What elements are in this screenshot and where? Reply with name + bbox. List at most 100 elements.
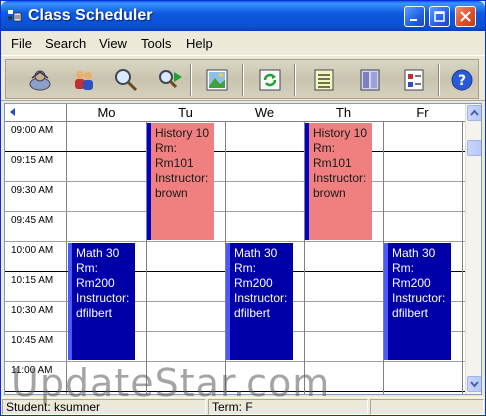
time-label: 09:00 AM (11, 125, 54, 136)
event-text: Math 30 (234, 246, 278, 260)
day-header-tu: Tu (178, 105, 193, 120)
toolbar-separator (242, 64, 244, 96)
scroll-up-button[interactable] (467, 105, 481, 121)
picture-icon (206, 69, 228, 91)
event-text: History 10 (155, 126, 210, 140)
students-icon (29, 70, 51, 91)
event-text: Rm: (76, 261, 98, 275)
time-label: 09:15 AM (11, 155, 54, 166)
vertical-scrollbar[interactable] (465, 104, 481, 394)
watermark: UpdateStar.com (11, 361, 331, 405)
time-label: 10:00 AM (11, 245, 54, 256)
event-text: Instructor: (313, 171, 367, 185)
class-event[interactable]: History 10 Rm: Rm101 Instructor: brown (147, 123, 214, 240)
refresh-icon (259, 69, 281, 91)
menu-view[interactable]: View (99, 36, 127, 51)
search-next-icon (159, 70, 182, 89)
arrow-left-icon[interactable] (8, 107, 18, 117)
event-text: Instructor: (76, 291, 130, 305)
help-button[interactable]: ? (448, 66, 476, 94)
grid-row-line (5, 211, 465, 212)
grid-column-line (462, 122, 463, 394)
event-text: dfilbert (234, 306, 271, 320)
day-header-mo: Mo (97, 105, 116, 120)
checklist-icon (404, 69, 424, 91)
event-text: Rm: (155, 141, 177, 155)
grid-row-line (5, 151, 465, 152)
event-text: brown (155, 186, 188, 200)
time-label: 09:30 AM (11, 185, 54, 196)
scroll-thumb[interactable] (467, 140, 481, 156)
search-next-button[interactable] (156, 66, 184, 94)
arrow-up-icon (470, 109, 479, 116)
columns-icon (360, 69, 380, 91)
day-header-row: Mo Tu We Th Fr (5, 104, 465, 122)
toolbar-panel: ? (5, 59, 479, 99)
time-label: 10:15 AM (11, 275, 54, 286)
menu-file[interactable]: File (11, 36, 32, 51)
event-text: Rm: (392, 261, 414, 275)
class-event[interactable]: Math 30 Rm: Rm200 Instructor: dfilbert (384, 243, 451, 360)
help-icon: ? (451, 69, 473, 91)
arrow-down-icon (470, 381, 479, 388)
event-text: Rm200 (76, 276, 115, 290)
time-column: 09:00 AM 09:15 AM 09:30 AM 09:45 AM 10:00 AM… (5, 122, 67, 394)
event-text: Rm101 (155, 156, 194, 170)
toolbar-separator (190, 64, 192, 96)
time-label: 10:45 AM (11, 335, 54, 346)
grid-row-line (5, 181, 465, 182)
event-text: brown (313, 186, 346, 200)
columns-button[interactable] (356, 66, 384, 94)
day-header-we: We (254, 105, 275, 120)
maximize-icon (434, 11, 445, 22)
toolbar: ? (1, 55, 485, 101)
window-title: Class Scheduler (28, 7, 153, 24)
menu-help[interactable]: Help (186, 36, 213, 51)
schedule-grid[interactable]: Mo Tu We Th Fr 09:00 AM 09:15 AM 09:30 AM 0… (4, 103, 482, 395)
event-text: Math 30 (392, 246, 436, 260)
menu-bar: File Search View Tools Help (1, 31, 485, 55)
time-label: 10:30 AM (11, 305, 54, 316)
toolbar-separator (294, 64, 296, 96)
event-text: Rm101 (313, 156, 352, 170)
event-text: History 10 (313, 126, 368, 140)
search-button[interactable] (112, 66, 140, 94)
scroll-down-button[interactable] (467, 376, 481, 392)
status-empty (370, 399, 484, 415)
list-button[interactable] (310, 66, 338, 94)
title-bar[interactable]: Class Scheduler (1, 1, 485, 31)
close-icon (460, 11, 471, 22)
students-button[interactable] (26, 66, 54, 94)
menu-search[interactable]: Search (45, 36, 86, 51)
app-icon (8, 10, 22, 22)
list-icon (314, 69, 334, 91)
users-button[interactable] (70, 66, 98, 94)
search-icon (115, 69, 138, 92)
event-text: Rm: (234, 261, 256, 275)
svg-text:?: ? (458, 73, 466, 89)
event-text: Instructor: (155, 171, 209, 185)
time-label: 09:45 AM (11, 215, 54, 226)
event-text: Math 30 (76, 246, 120, 260)
close-button[interactable] (455, 6, 476, 27)
event-text: Rm200 (234, 276, 273, 290)
maximize-button[interactable] (429, 6, 450, 27)
menu-tools[interactable]: Tools (141, 36, 171, 51)
event-text: Rm200 (392, 276, 431, 290)
picture-button[interactable] (203, 66, 231, 94)
class-event[interactable]: History 10 Rm: Rm101 Instructor: brown (305, 123, 372, 240)
minimize-icon (410, 19, 417, 21)
class-event[interactable]: Math 30 Rm: Rm200 Instructor: dfilbert (68, 243, 135, 360)
refresh-button[interactable] (256, 66, 284, 94)
day-header-th: Th (335, 105, 352, 120)
grid-corner (5, 104, 67, 121)
minimize-button[interactable] (404, 6, 425, 27)
toolbar-separator (438, 64, 440, 96)
class-event[interactable]: Math 30 Rm: Rm200 Instructor: dfilbert (226, 243, 293, 360)
event-text: Instructor: (392, 291, 446, 305)
checklist-button[interactable] (400, 66, 428, 94)
event-text: dfilbert (76, 306, 113, 320)
event-text: Instructor: (234, 291, 288, 305)
app-window: Class Scheduler File Search View Tools H… (0, 0, 486, 416)
event-text: dfilbert (392, 306, 429, 320)
